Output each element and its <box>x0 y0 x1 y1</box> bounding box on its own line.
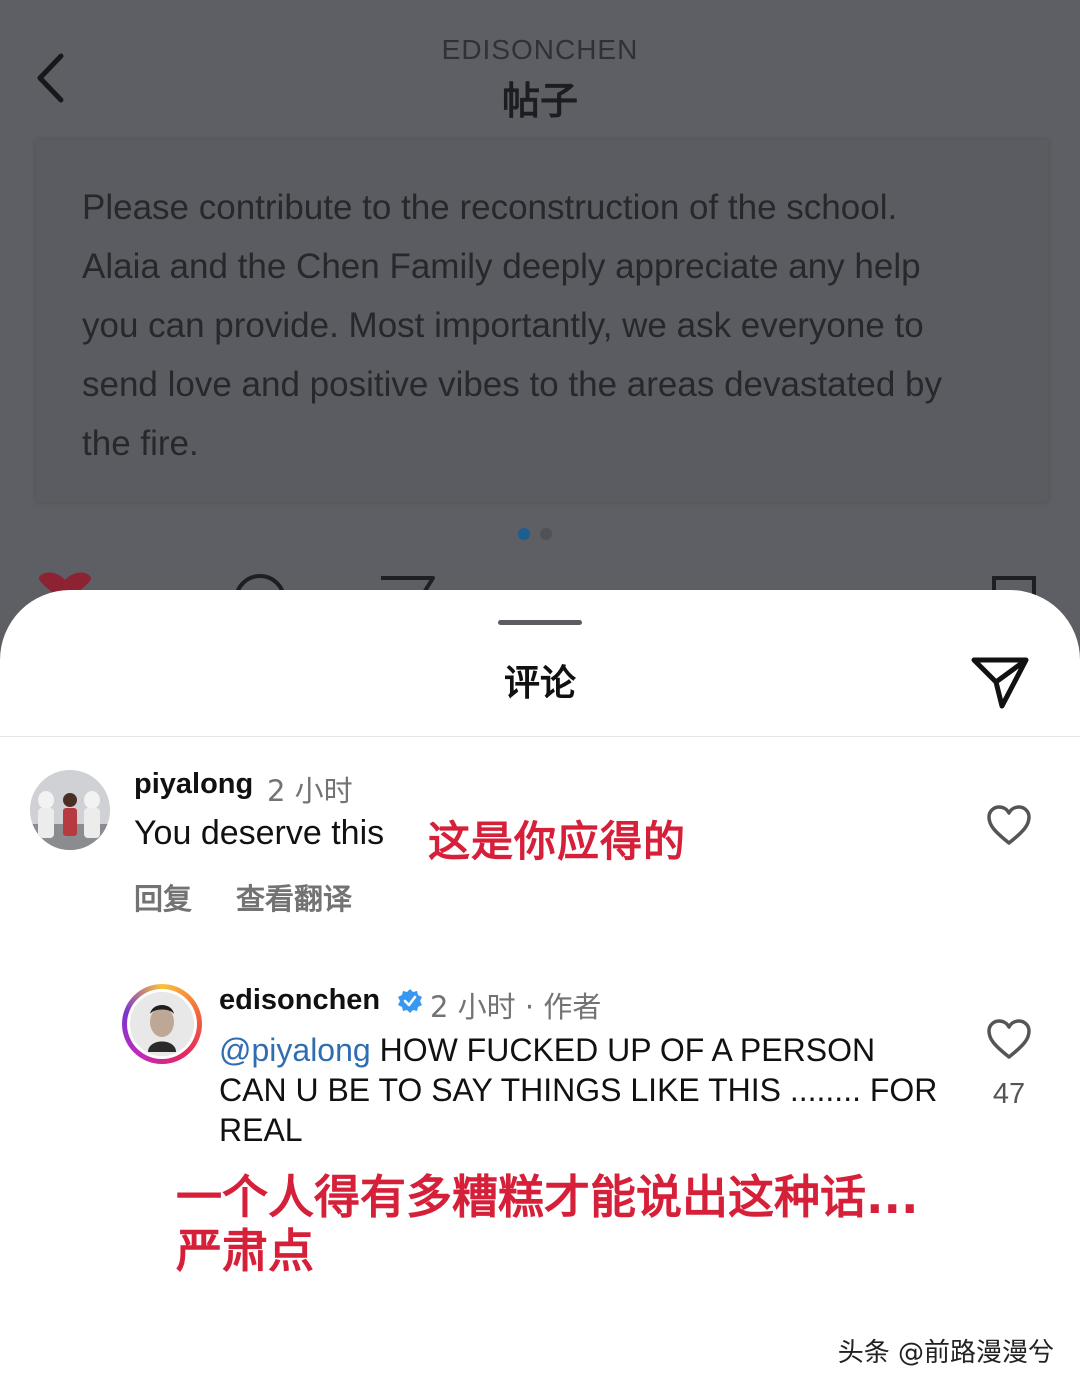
comment-username[interactable]: edisonchen <box>219 984 380 1017</box>
avatar-ring-gap <box>127 989 197 1059</box>
reply-comment-text: @piyalong HOW FUCKED UP OF A PERSON CAN … <box>219 1030 949 1150</box>
carousel-dot-active <box>518 528 530 540</box>
heart-icon[interactable] <box>986 1018 1032 1060</box>
avatar[interactable] <box>30 770 110 850</box>
translation-annotation: 这是你应得的 <box>428 817 687 866</box>
send-icon[interactable] <box>968 652 1032 712</box>
annotation-line: 一个人得有多糟糕才能说出这种话... <box>176 1170 919 1224</box>
comment-timestamp: 2 小时 <box>267 774 353 808</box>
sheet-drag-handle[interactable] <box>498 620 582 625</box>
header-title: 帖子 <box>501 79 578 123</box>
heart-icon[interactable] <box>986 804 1032 846</box>
avatar-story-ring[interactable] <box>122 984 202 1064</box>
avatar-photo <box>30 770 110 850</box>
carousel-dot <box>540 528 552 540</box>
annotation-line: 严肃点 <box>176 1224 314 1278</box>
comment-timestamp: 2 小时 · 作者 <box>430 990 602 1024</box>
reply-button[interactable]: 回复 <box>134 876 192 918</box>
sheet-title: 评论 <box>503 663 576 704</box>
carousel-indicator <box>518 528 552 540</box>
post-caption: Please contribute to the reconstruction … <box>82 188 942 463</box>
avatar-photo <box>130 992 194 1056</box>
header-username: EDISONCHEN <box>441 34 639 65</box>
comments-sheet: 评论 piyalong 2 小时 You deserve this 这是你应得的… <box>0 590 1080 1391</box>
sheet-divider <box>0 736 1080 737</box>
see-translation-button[interactable]: 查看翻译 <box>236 876 352 918</box>
comment-username[interactable]: piyalong <box>134 768 253 801</box>
translation-annotation: 一个人得有多糟糕才能说出这种话... 严肃点 <box>176 1170 1036 1278</box>
comment-text: You deserve this <box>134 814 385 852</box>
mention-link[interactable]: @piyalong <box>219 1032 371 1068</box>
screen: EDISONCHEN 帖子 Please contribute to the r… <box>0 0 1080 1391</box>
like-count: 47 <box>992 1078 1026 1110</box>
verified-badge-icon <box>398 989 422 1013</box>
watermark: 头条 @前路漫漫兮 <box>837 1338 1054 1368</box>
avatar <box>130 992 194 1056</box>
